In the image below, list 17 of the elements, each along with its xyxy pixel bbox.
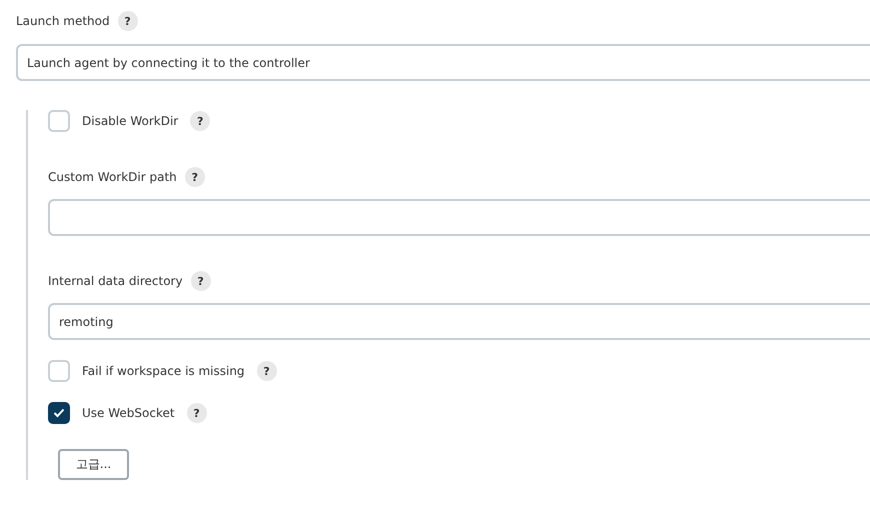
checkbox[interactable] (48, 402, 70, 424)
checkbox-label: Disable WorkDir (82, 114, 178, 128)
checkbox-label: Fail if workspace is missing (82, 364, 245, 378)
field-label: Launch method (16, 14, 110, 28)
help-icon[interactable]: ? (186, 403, 207, 423)
field-label: Custom WorkDir path (48, 170, 177, 184)
text-field[interactable]: remoting (48, 303, 870, 340)
help-icon[interactable]: ? (256, 361, 277, 381)
checkbox-label: Use WebSocket (82, 406, 175, 420)
launch-method-select[interactable]: Launch agent by connecting it to the controller (16, 44, 870, 81)
advanced-button[interactable]: 고급... (58, 449, 129, 480)
field-label: Internal data directory (48, 274, 183, 288)
help-icon[interactable]: ? (190, 271, 211, 291)
check-icon (53, 408, 65, 418)
help-icon[interactable]: ? (190, 111, 210, 131)
help-icon[interactable]: ? (184, 167, 205, 187)
help-icon[interactable]: ? (118, 11, 138, 31)
